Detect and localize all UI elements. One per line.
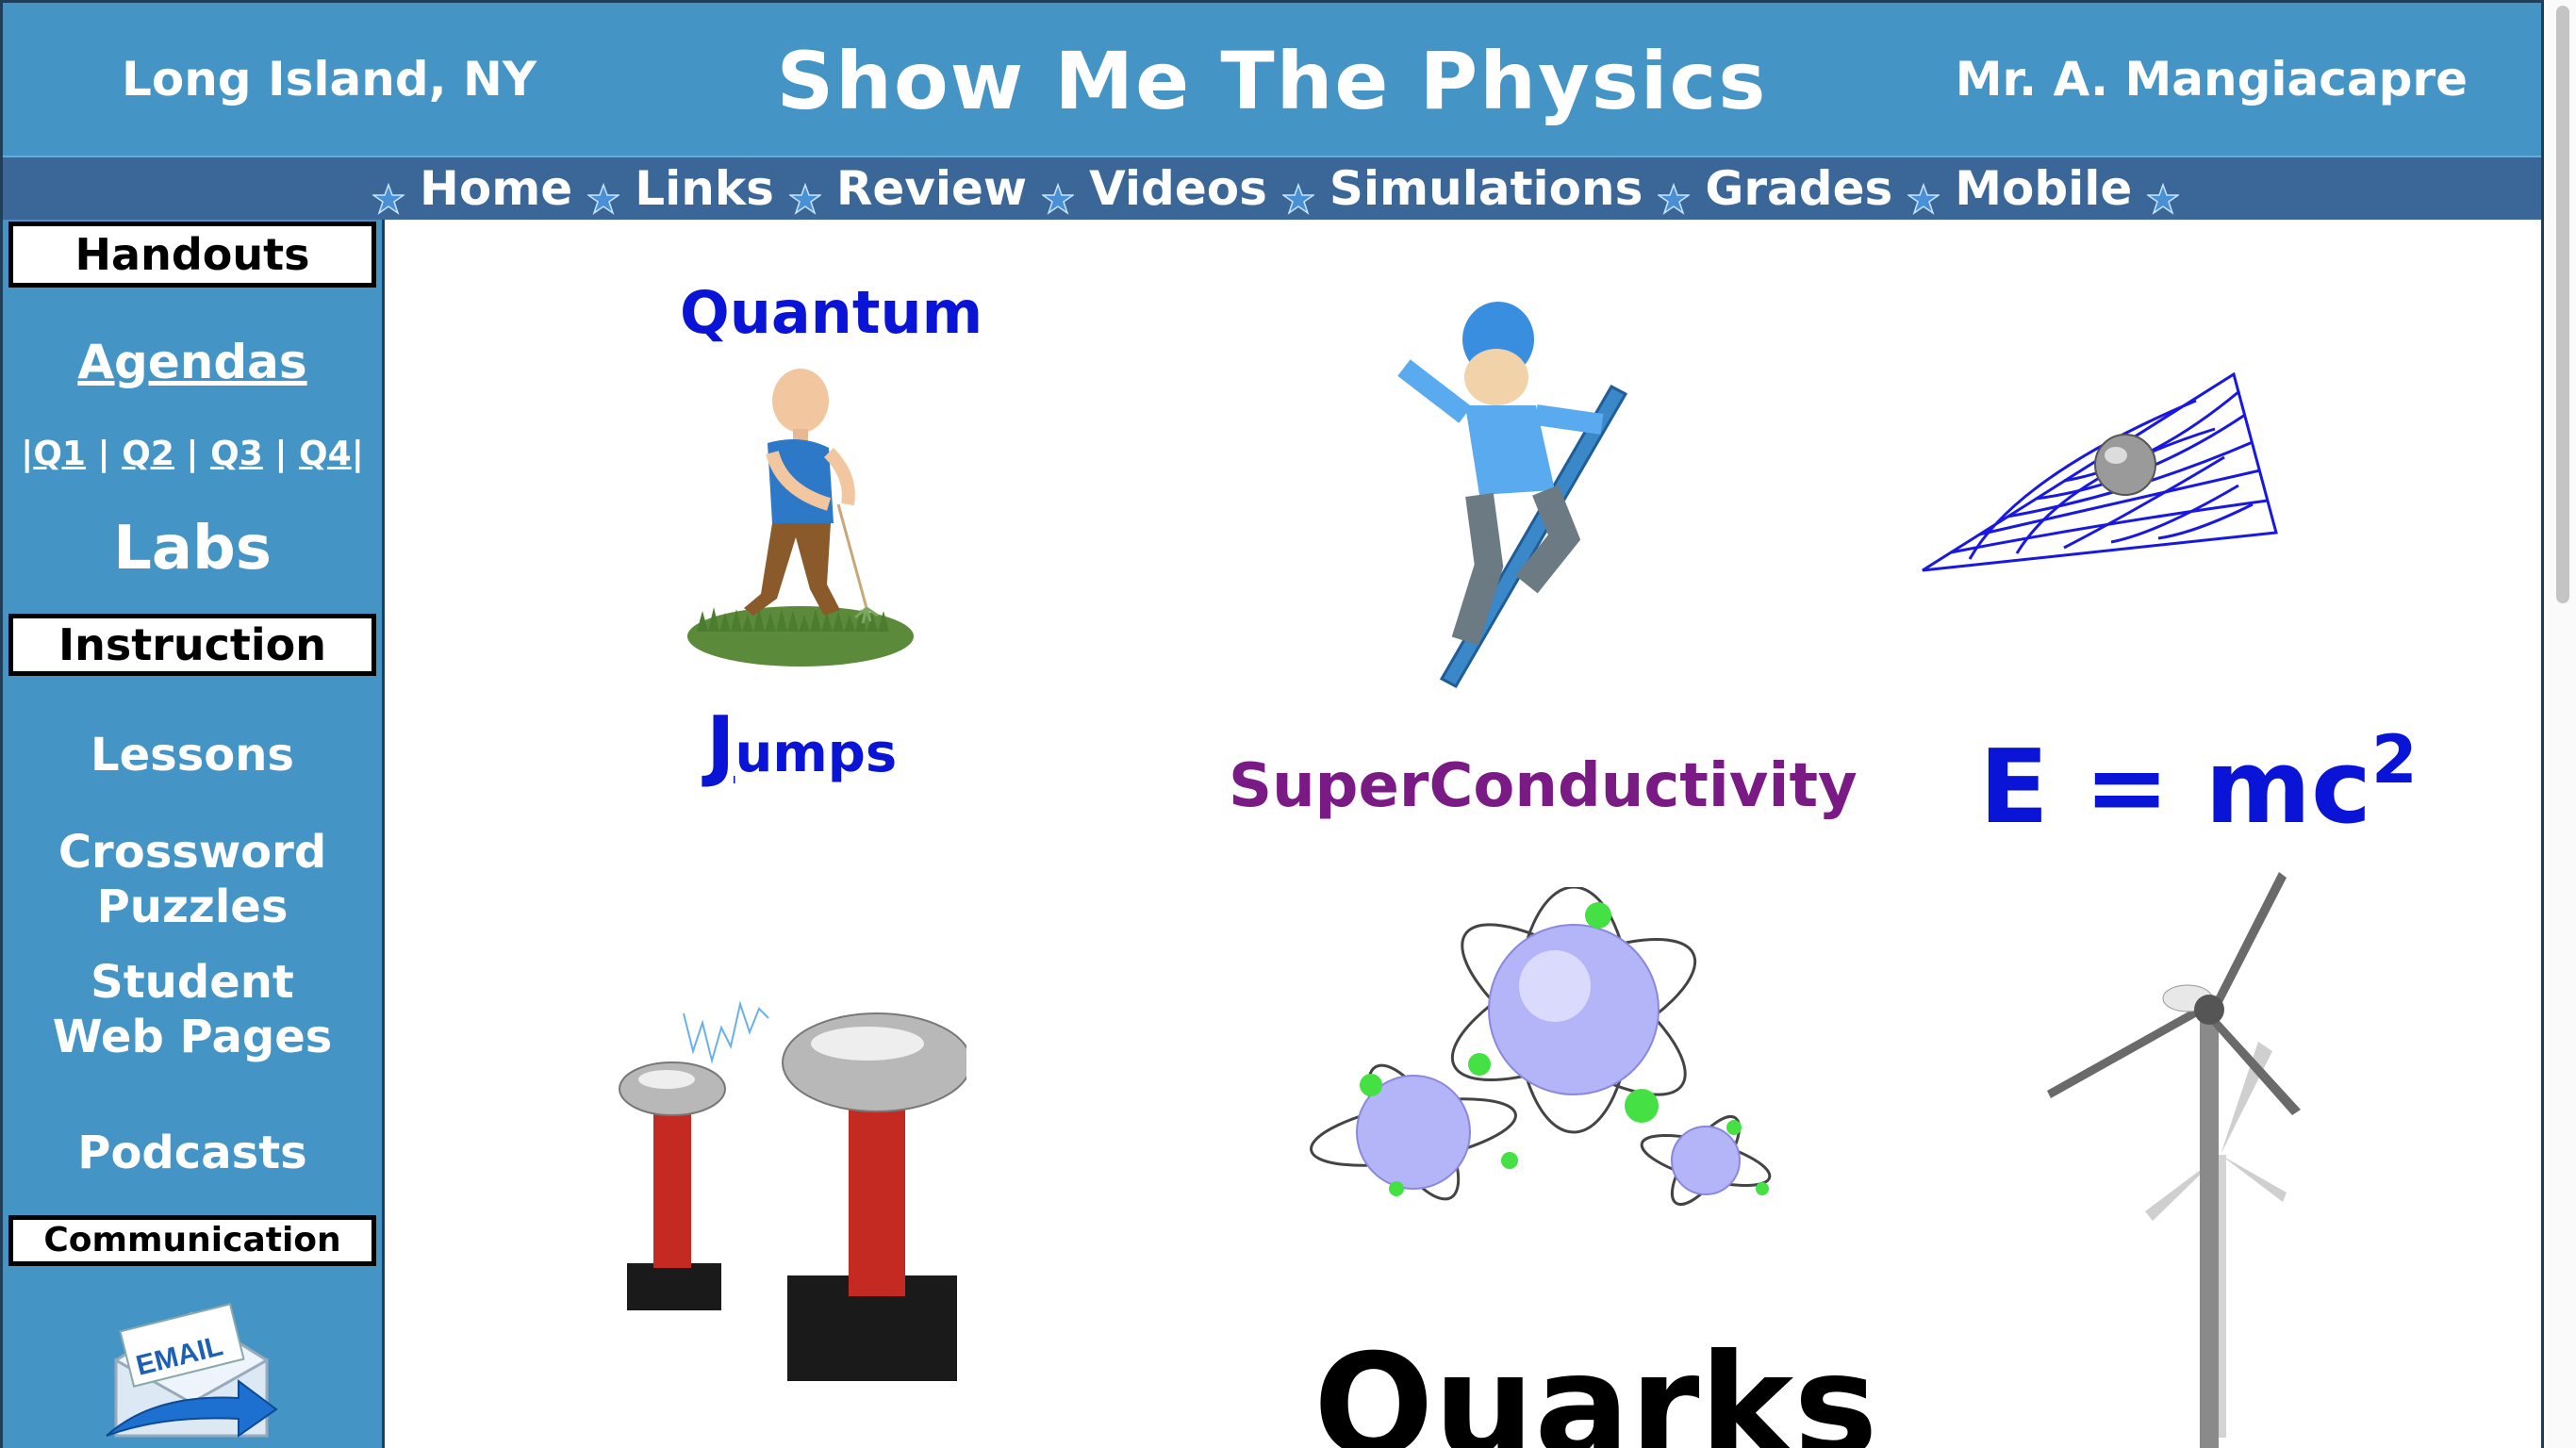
nav-videos[interactable]: Videos <box>1089 161 1267 216</box>
quantum-man-image <box>678 363 923 674</box>
crossword-line-1: Crossword <box>58 826 327 879</box>
nav-items: Home Links Review Videos Simulations Gra… <box>367 157 2185 220</box>
communication-heading: Communication <box>8 1215 376 1266</box>
quarks-heading: Quarks <box>1313 1325 1878 1448</box>
wind-turbine-image <box>2032 872 2343 1448</box>
jumps-first-letter: J <box>706 700 735 790</box>
quarter-separator: | <box>97 435 110 473</box>
emc2-base: E = mc <box>1979 729 2372 847</box>
nav-links[interactable]: Links <box>635 161 774 216</box>
atoms-image <box>1291 885 1781 1236</box>
star-icon <box>787 182 823 221</box>
emc2-heading: E = mc2 <box>1979 721 2418 847</box>
site-header: Long Island, NY Show Me The Physics Mr. … <box>3 3 2541 157</box>
nav-mobile[interactable]: Mobile <box>1955 161 2132 216</box>
star-icon <box>2145 182 2181 221</box>
instruction-heading: Instruction <box>8 614 376 676</box>
star-icon <box>1656 182 1692 221</box>
quantum-heading: Quantum <box>680 278 983 347</box>
quarter-link-q2[interactable]: Q2 <box>122 435 174 473</box>
student-web-pages-link[interactable]: Student Web Pages <box>3 955 382 1064</box>
quarter-link-q4[interactable]: Q4 <box>299 435 352 473</box>
star-icon <box>1280 182 1316 221</box>
quarter-separator: | <box>351 435 364 473</box>
lessons-link[interactable]: Lessons <box>3 729 382 782</box>
email-icon[interactable]: EMAIL <box>97 1294 286 1448</box>
jumps-rest: umps <box>735 723 898 784</box>
teacher-name: Mr. A. Mangiacapre <box>1955 52 2468 107</box>
nav-review[interactable]: Review <box>836 161 1027 216</box>
handouts-heading: Handouts <box>8 222 376 288</box>
spacetime-grid-image <box>1913 363 2290 580</box>
superconductivity-heading: SuperConductivity <box>1229 751 1858 821</box>
nav-home[interactable]: Home <box>420 161 572 216</box>
page-scrollbar[interactable] <box>2548 0 2576 1448</box>
main-content: Quantum Jumps SuperConductivity E = mc2 … <box>386 222 2541 1448</box>
student-line-1: Student <box>91 956 294 1009</box>
quarter-separator: | <box>21 435 34 473</box>
quarter-links: |Q1 | Q2 | Q3 | Q4| <box>3 435 382 473</box>
tesla-coils-image <box>608 976 972 1381</box>
nav-simulations[interactable]: Simulations <box>1329 161 1643 216</box>
student-line-2: Web Pages <box>52 1011 333 1063</box>
star-icon <box>371 182 406 221</box>
podcasts-link[interactable]: Podcasts <box>3 1127 382 1179</box>
star-icon <box>1906 182 1941 221</box>
quarter-link-q1[interactable]: Q1 <box>33 435 86 473</box>
emc2-exponent: 2 <box>2371 721 2418 798</box>
quarter-separator: | <box>274 435 288 473</box>
page-frame: Long Island, NY Show Me The Physics Mr. … <box>0 0 2544 1448</box>
quarter-separator: | <box>186 435 199 473</box>
crossword-line-2: Puzzles <box>96 880 289 933</box>
snowboarder-image <box>1376 283 1687 689</box>
labs-link[interactable]: Labs <box>3 514 382 584</box>
star-icon <box>1040 182 1076 221</box>
nav-bar: Home Links Review Videos Simulations Gra… <box>3 157 2541 220</box>
nav-grades[interactable]: Grades <box>1705 161 1892 216</box>
quarter-link-q3[interactable]: Q3 <box>210 435 263 473</box>
scrollbar-thumb[interactable] <box>2556 6 2569 603</box>
jumps-heading: Jumps <box>706 700 897 790</box>
agendas-link[interactable]: Agendas <box>3 335 382 389</box>
crossword-puzzles-link[interactable]: Crossword Puzzles <box>3 825 382 934</box>
sidebar: Handouts Agendas |Q1 | Q2 | Q3 | Q4| Lab… <box>3 220 385 1448</box>
star-icon <box>586 182 621 221</box>
